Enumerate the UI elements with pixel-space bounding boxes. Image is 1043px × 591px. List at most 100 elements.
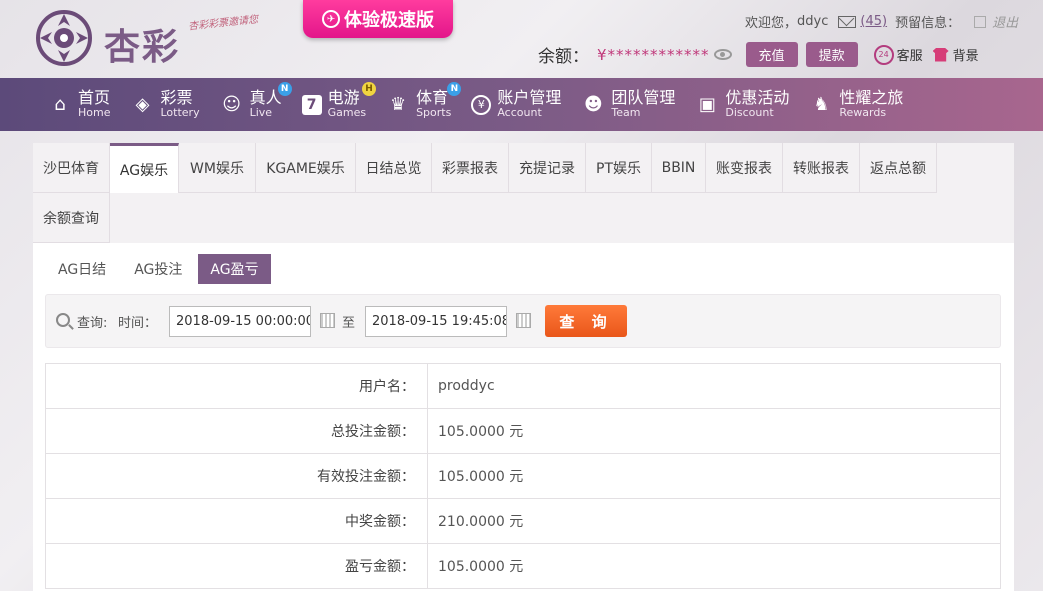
calendar-icon[interactable] <box>320 313 335 328</box>
speed-version-label: 体验极速版 <box>344 10 434 31</box>
balance-value: ¥************ <box>597 45 710 64</box>
username: ddyc <box>797 14 829 29</box>
tab-balance-change[interactable]: 账变报表 <box>706 143 783 193</box>
site-logo[interactable]: 杏彩 <box>34 8 184 70</box>
tab-daily-overview[interactable]: 日结总览 <box>356 143 432 193</box>
balance-row: 余额： ¥************ 充值 提款 24 客服 背景 <box>538 42 979 67</box>
logout-link[interactable]: 退出 <box>992 12 1018 31</box>
nav-item-account[interactable]: ¥ 账户管理 Account <box>471 90 561 118</box>
withdraw-button[interactable]: 提款 <box>805 42 858 67</box>
row-label: 中奖金额： <box>45 498 428 544</box>
to-label: 至 <box>342 316 356 331</box>
table-row: 中奖金额： 210.0000 元 <box>45 498 1001 544</box>
nav-item-home[interactable]: ⌂ 首页 Home <box>48 88 111 119</box>
header: 杏彩 杏彩彩票邀请您 ✈ 体验极速版 欢迎您， ddyc (45) 预留信息： … <box>0 0 1043 78</box>
message-count-link[interactable]: (45) <box>860 14 887 29</box>
rewards-icon: ♞ <box>813 94 830 115</box>
nav-label-en: Live <box>249 106 273 120</box>
row-value: 105.0000 元 <box>427 453 1001 499</box>
trophy-icon: ♛ <box>390 94 407 115</box>
lottery-ticket-icon: ◈ <box>135 94 150 115</box>
tab-pt[interactable]: PT娱乐 <box>586 143 652 193</box>
subtab-ag-daily[interactable]: AG日结 <box>46 254 118 284</box>
time-label: 时间： <box>118 316 158 331</box>
search-icon <box>56 313 70 327</box>
nav-label-cn: 体育 <box>416 88 449 108</box>
eye-icon[interactable] <box>713 49 732 60</box>
tab-kgame[interactable]: KGAME娱乐 <box>256 143 356 193</box>
tab-deposit-withdraw[interactable]: 充提记录 <box>509 143 586 193</box>
nav-item-sports[interactable]: ♛ 体育 Sports N <box>386 82 462 120</box>
mail-icon[interactable] <box>838 15 857 28</box>
nav-item-rewards[interactable]: ♞ 性耀之旅 Rewards <box>809 88 904 120</box>
nav-label-cn: 彩票 <box>160 88 193 108</box>
logo-text: 杏彩 <box>104 26 181 68</box>
balance-label: 余额： <box>538 47 589 67</box>
table-row: 用户名： proddyc <box>45 363 1001 409</box>
subtab-ag-profit[interactable]: AG盈亏 <box>198 254 271 284</box>
nav-label-cn: 团队管理 <box>611 88 676 108</box>
nav-label-cn: 性耀之旅 <box>839 88 904 108</box>
slogan: 杏彩彩票邀请您 <box>187 14 259 33</box>
reserve-info-label[interactable]: 预留信息： <box>895 12 960 31</box>
row-label: 有效投注金额： <box>45 453 428 499</box>
nav-label-cn: 优惠活动 <box>725 88 790 108</box>
row-label: 盈亏金额： <box>45 543 428 589</box>
tab-lottery-report[interactable]: 彩票报表 <box>432 143 509 193</box>
nav-item-live[interactable]: ☺ 真人 Live N <box>220 82 292 120</box>
query-bar: 查询: 时间： 至 查 询 <box>45 294 1001 348</box>
row-value: proddyc <box>427 363 1001 409</box>
gift-icon: ▣ <box>698 94 716 115</box>
row-value: 210.0000 元 <box>427 498 1001 544</box>
headset-24-icon: 24 <box>873 44 894 65</box>
nav-label-cn: 首页 <box>78 88 111 108</box>
start-time-input[interactable] <box>169 306 311 337</box>
subtab-ag-bets[interactable]: AG投注 <box>122 254 194 284</box>
nav-label-cn: 账户管理 <box>497 88 562 108</box>
customer-service-label: 客服 <box>896 49 923 64</box>
nav-label-en: Games <box>327 106 367 120</box>
team-icon: ☻ <box>583 94 603 115</box>
home-icon: ⌂ <box>54 94 66 115</box>
nav-label-en: Rewards <box>839 106 887 120</box>
deposit-button[interactable]: 充值 <box>745 42 798 67</box>
nav-label-cn: 真人 <box>249 88 282 108</box>
nav-label-en: Lottery <box>160 106 200 120</box>
nav-label-en: Account <box>497 106 542 120</box>
main-nav: ⌂ 首页 Home ◈ 彩票 Lottery ☺ 真人 Live N 7 电游 Game… <box>0 78 1043 131</box>
nav-item-lottery[interactable]: ◈ 彩票 Lottery <box>130 88 200 120</box>
logo-emblem-icon <box>36 10 92 66</box>
shirt-icon <box>932 47 949 62</box>
background-link[interactable]: 背景 <box>932 45 979 64</box>
yen-coin-icon: ¥ <box>471 94 492 115</box>
result-table: 用户名： proddyc 总投注金额： 105.0000 元 有效投注金额： 1… <box>45 363 1001 589</box>
calendar-icon[interactable] <box>516 313 531 328</box>
tab-wm[interactable]: WM娱乐 <box>179 143 256 193</box>
nav-label-en: Team <box>611 106 641 120</box>
end-time-input[interactable] <box>365 306 507 337</box>
nav-item-team[interactable]: ☻ 团队管理 Team <box>581 88 676 120</box>
report-panel: 沙巴体育 AG娱乐 WM娱乐 KGAME娱乐 日结总览 彩票报表 充提记录 PT… <box>33 143 1014 591</box>
nav-item-discount[interactable]: ▣ 优惠活动 Discount <box>695 88 790 119</box>
tab-transfer-report[interactable]: 转账报表 <box>783 143 860 193</box>
tab-ag[interactable]: AG娱乐 <box>110 143 179 193</box>
background-label: 背景 <box>952 49 979 64</box>
row-value: 105.0000 元 <box>427 408 1001 454</box>
row-value: 105.0000 元 <box>427 543 1001 589</box>
table-row: 盈亏金额： 105.0000 元 <box>45 543 1001 589</box>
tab-rebate-total[interactable]: 返点总额 <box>860 143 937 193</box>
report-tabs: 沙巴体育 AG娱乐 WM娱乐 KGAME娱乐 日结总览 彩票报表 充提记录 PT… <box>33 143 1014 243</box>
tab-balance-query[interactable]: 余额查询 <box>33 193 110 243</box>
welcome-text: 欢迎您， <box>745 16 798 31</box>
tab-shaba-sports[interactable]: 沙巴体育 <box>33 143 110 193</box>
logout-icon[interactable] <box>974 15 987 28</box>
nav-item-games[interactable]: 7 电游 Games H <box>301 82 377 120</box>
customer-service-link[interactable]: 24 客服 <box>873 44 923 65</box>
query-button[interactable]: 查 询 <box>545 305 627 337</box>
user-bar: 欢迎您， ddyc (45) 预留信息： 退出 <box>745 12 1018 31</box>
speed-version-button[interactable]: ✈ 体验极速版 <box>303 0 453 38</box>
seven-games-icon: 7 <box>301 94 322 115</box>
nav-label-en: Sports <box>416 106 452 120</box>
row-label: 总投注金额： <box>45 408 428 454</box>
tab-bbin[interactable]: BBIN <box>652 143 706 193</box>
